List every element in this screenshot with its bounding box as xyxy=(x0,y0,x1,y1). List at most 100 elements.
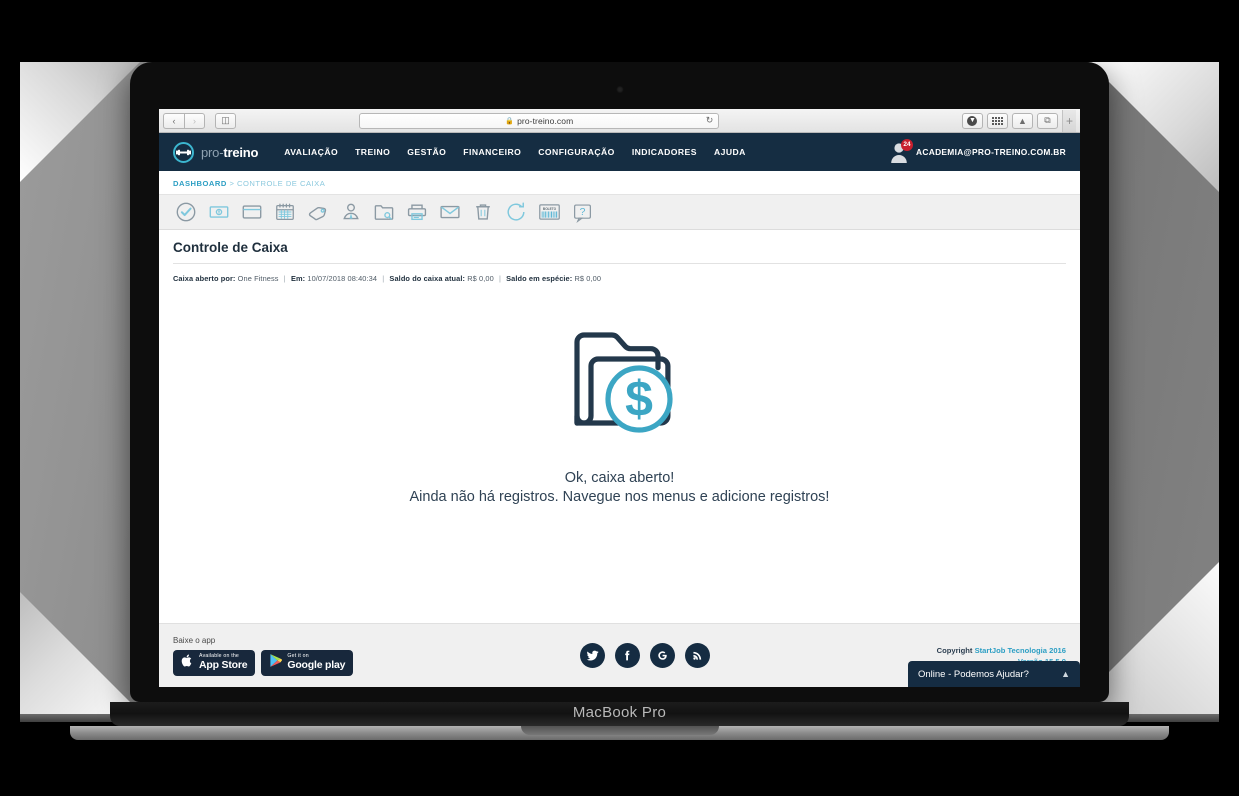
breadcrumb-root[interactable]: DASHBOARD xyxy=(173,179,227,188)
envelope-icon[interactable] xyxy=(437,200,463,224)
page-title: Controle de Caixa xyxy=(173,240,288,255)
printer-icon[interactable] xyxy=(404,200,430,224)
chevron-up-icon[interactable]: ▲ xyxy=(1061,669,1070,679)
nav-item-financeiro[interactable]: FINANCEIRO xyxy=(463,147,521,157)
browser-chrome: ‹ › ◫ 🔒 pro-treino.com ↻ ▼ ▲ ⧉ + xyxy=(159,109,1080,133)
laptop-base: MacBook Pro xyxy=(110,702,1129,726)
current-balance-label: Saldo do caixa atual: xyxy=(389,274,466,283)
grid-icon xyxy=(991,116,1003,125)
empty-state: $ Ok, caixa aberto! Ainda não há registr… xyxy=(173,283,1066,505)
reload-icon[interactable]: ↻ xyxy=(706,115,714,126)
folder-dollar-icon: $ xyxy=(551,332,689,453)
copyright-line: Copyright StartJob Tecnologia 2016 xyxy=(937,645,1066,656)
nav-item-treino[interactable]: TREINO xyxy=(355,147,390,157)
page-content: Controle de Caixa Caixa aberto por: One … xyxy=(159,230,1080,505)
back-button[interactable]: ‹ xyxy=(163,112,184,129)
svg-text:?: ? xyxy=(579,206,585,218)
person-icon[interactable] xyxy=(338,200,364,224)
brand-name-light: pro- xyxy=(201,144,224,160)
main-navigation: AVALIAÇÃO TREINO GESTÃO FINANCEIRO CONFI… xyxy=(284,147,746,157)
facebook-icon[interactable] xyxy=(614,643,640,668)
chrome-right-tools: ▼ ▲ ⧉ + xyxy=(961,109,1076,132)
app-navbar: pro-treino AVALIAÇÃO TREINO GESTÃO FINAN… xyxy=(159,133,1080,171)
breadcrumb-current: CONTROLE DE CAIXA xyxy=(237,179,326,188)
google-play-text: Get it on Google play xyxy=(287,653,345,670)
downloads-button[interactable]: ▼ xyxy=(961,112,983,129)
nav-item-avaliacao[interactable]: AVALIAÇÃO xyxy=(284,147,338,157)
copyright-prefix: Copyright xyxy=(936,645,975,655)
info-separator-1: | xyxy=(283,274,286,283)
folder-search-icon[interactable] xyxy=(371,200,397,224)
app-store-badge[interactable]: Available on the App Store xyxy=(173,649,256,676)
sidebar-toggle-icon[interactable]: ◫ xyxy=(215,112,236,129)
rss-icon[interactable] xyxy=(684,643,710,668)
empty-state-line-2: Ainda não há registros. Navegue nos menu… xyxy=(409,489,830,505)
opened-by-value: One Fitness xyxy=(237,274,279,283)
nav-item-gestao[interactable]: GESTÃO xyxy=(407,147,446,157)
device-label: MacBook Pro xyxy=(572,704,667,721)
play-triangle-icon xyxy=(269,653,283,673)
chat-widget-label: Online - Podemos Ajudar? xyxy=(918,668,1029,680)
webcam-icon xyxy=(616,86,623,93)
store-badges: Available on the App Store Get it on Goo… xyxy=(173,649,354,676)
address-bar[interactable]: 🔒 pro-treino.com ↻ xyxy=(359,112,720,129)
avatar[interactable]: 24 xyxy=(889,139,914,163)
show-tabs-button[interactable]: ⧉ xyxy=(1036,112,1058,129)
action-toolbar: BOLETO ? xyxy=(159,194,1080,230)
apple-icon xyxy=(181,653,194,673)
breadcrumb: DASHBOARD > CONTROLE DE CAIXA xyxy=(159,171,1080,194)
page-title-section: Controle de Caixa xyxy=(173,240,1066,264)
cash-balance-value: R$ 0,00 xyxy=(574,274,602,283)
new-tab-button[interactable]: + xyxy=(1061,109,1076,132)
app-store-text: Available on the App Store xyxy=(199,653,248,671)
user-account-area[interactable]: 24 ACADEMIA@PRO-TREINO.COM.BR xyxy=(889,139,1066,163)
google-play-badge[interactable]: Get it on Google play xyxy=(261,649,354,676)
tag-icon[interactable] xyxy=(305,200,331,224)
info-separator-2: | xyxy=(382,274,385,283)
twitter-icon[interactable] xyxy=(579,643,605,668)
info-separator-3: | xyxy=(498,274,501,283)
browser-screen: ‹ › ◫ 🔒 pro-treino.com ↻ ▼ ▲ ⧉ + pro-tre… xyxy=(159,109,1080,687)
nav-item-ajuda[interactable]: AJUDA xyxy=(714,147,746,157)
calendar-icon[interactable] xyxy=(272,200,298,224)
svg-text:$: $ xyxy=(625,371,653,427)
refresh-icon[interactable] xyxy=(503,200,529,224)
empty-state-line-1: Ok, caixa aberto! xyxy=(564,470,675,486)
google-plus-icon[interactable] xyxy=(649,643,675,668)
current-balance-value: R$ 0,00 xyxy=(467,274,494,283)
notification-badge[interactable]: 24 xyxy=(901,139,914,151)
window-icon[interactable] xyxy=(239,200,265,224)
screenshot-stage: ‹ › ◫ 🔒 pro-treino.com ↻ ▼ ▲ ⧉ + pro-tre… xyxy=(0,0,1239,796)
svg-text:BOLETO: BOLETO xyxy=(542,207,556,211)
dumbbell-logo-icon xyxy=(173,141,194,163)
app-download-section: Baixe o app Available on the App Store G… xyxy=(173,635,354,676)
apps-grid-button[interactable] xyxy=(986,112,1008,129)
app-store-main: App Store xyxy=(199,658,248,671)
laptop-notch xyxy=(520,726,719,735)
share-button[interactable]: ▲ xyxy=(1011,112,1033,129)
chat-widget[interactable]: Online - Podemos Ajudar? ▲ xyxy=(908,661,1080,687)
page-footer: Baixe o app Available on the App Store G… xyxy=(159,623,1080,687)
copyright-link[interactable]: StartJob Tecnologia 2016 xyxy=(975,646,1066,655)
user-email-label: ACADEMIA@PRO-TREINO.COM.BR xyxy=(916,147,1066,157)
forward-button[interactable]: › xyxy=(184,112,205,129)
brand-name-bold: treino xyxy=(223,144,259,160)
brand-logo[interactable]: pro-treino xyxy=(173,141,259,163)
nav-item-configuracao[interactable]: CONFIGURAÇÃO xyxy=(538,147,615,157)
help-icon[interactable]: ? xyxy=(569,200,595,224)
breadcrumb-separator: > xyxy=(226,179,238,188)
trash-icon[interactable] xyxy=(470,200,496,224)
nav-item-indicadores[interactable]: INDICADORES xyxy=(632,147,697,157)
boleto-barcode-icon[interactable]: BOLETO xyxy=(536,200,562,224)
url-text: pro-treino.com xyxy=(517,115,574,126)
opened-at-label: Em: xyxy=(290,274,306,283)
bg-corner-top-left xyxy=(20,62,140,182)
cash-balance-label: Saldo em espécie: xyxy=(506,274,573,283)
social-links xyxy=(579,643,710,668)
money-bill-icon[interactable] xyxy=(206,200,232,224)
check-circle-icon[interactable] xyxy=(173,200,199,224)
download-icon: ▼ xyxy=(967,115,978,126)
opened-by-label: Caixa aberto por: xyxy=(173,274,236,283)
lock-icon: 🔒 xyxy=(505,117,515,125)
download-app-label: Baixe o app xyxy=(173,635,216,645)
